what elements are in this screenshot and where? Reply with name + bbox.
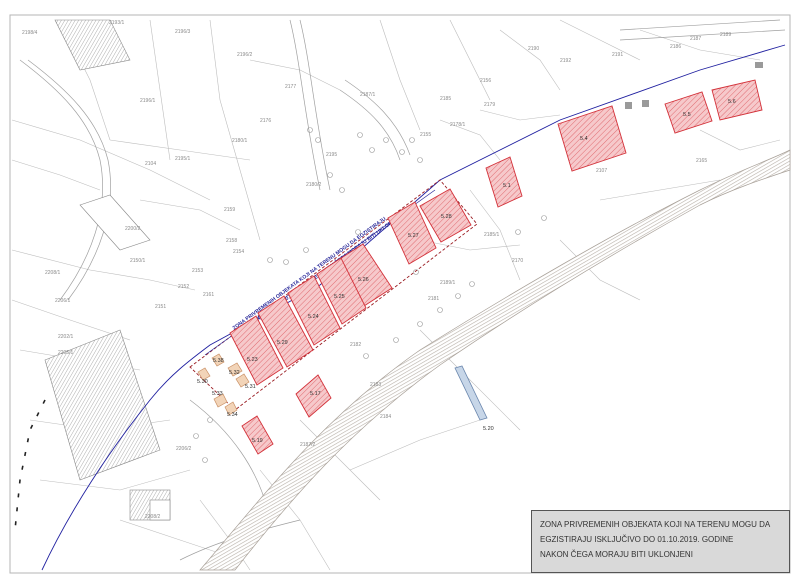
legend-line-3: NAKON ČEGA MORAJU BITI UKLONJENI xyxy=(540,550,693,559)
sports-field xyxy=(44,19,171,521)
label-5-26: 5.26 xyxy=(358,277,369,283)
label-5-31: 5.31 xyxy=(245,384,256,390)
svg-text:2185/1: 2185/1 xyxy=(484,232,500,238)
label-5-32: 5.32 xyxy=(229,370,240,376)
map-sheet: ZONA PRIVREMENIH OBJEKATA KOJI NA TERENU… xyxy=(0,0,800,580)
unit-5-6[interactable] xyxy=(711,79,763,121)
label-5-20: 5.20 xyxy=(483,426,494,432)
legend-line-2: EGZISTIRAJU ISKLJUČIVO DO 01.10.2019. GO… xyxy=(540,535,734,544)
svg-text:2196/3: 2196/3 xyxy=(175,29,191,35)
svg-text:2202/1: 2202/1 xyxy=(58,334,74,340)
svg-text:2181: 2181 xyxy=(428,296,439,302)
svg-text:2208/1: 2208/1 xyxy=(45,270,61,276)
label-5-38: 5.38 xyxy=(213,358,224,364)
svg-text:2178/1: 2178/1 xyxy=(450,122,466,128)
svg-text:2193/1: 2193/1 xyxy=(109,20,125,26)
label-5-1: 5.1 xyxy=(503,183,511,189)
cadastral-map[interactable]: ZONA PRIVREMENIH OBJEKATA KOJI NA TERENU… xyxy=(0,0,800,580)
svg-text:2150/1: 2150/1 xyxy=(130,258,146,264)
svg-text:2180/2: 2180/2 xyxy=(306,182,322,188)
parcel-lines xyxy=(11,19,781,571)
label-5-5: 5.5 xyxy=(683,112,691,118)
roads xyxy=(19,19,786,561)
label-5-29: 5.29 xyxy=(277,340,288,346)
svg-text:2176: 2176 xyxy=(260,118,271,124)
svg-text:2187/2: 2187/2 xyxy=(300,442,316,448)
label-5-25: 5.25 xyxy=(334,294,345,300)
svg-text:2205/1: 2205/1 xyxy=(58,350,74,356)
svg-text:2104: 2104 xyxy=(145,161,156,167)
label-5-4: 5.4 xyxy=(580,136,588,142)
svg-text:2200/2: 2200/2 xyxy=(125,226,141,232)
svg-text:2185: 2185 xyxy=(440,96,451,102)
unit-5-19[interactable] xyxy=(241,415,274,455)
svg-text:2156: 2156 xyxy=(480,78,491,84)
svg-text:2187/1: 2187/1 xyxy=(360,92,376,98)
svg-text:2107: 2107 xyxy=(596,168,607,174)
dashed-boundary xyxy=(14,399,46,531)
label-5-30: 5.30 xyxy=(197,379,208,385)
svg-text:2170: 2170 xyxy=(512,258,523,264)
svg-text:2196/2: 2196/2 xyxy=(237,52,253,58)
svg-text:2206/1: 2206/1 xyxy=(55,298,71,304)
label-5-6: 5.6 xyxy=(728,99,736,105)
svg-text:2206/2: 2206/2 xyxy=(176,446,192,452)
svg-text:2191: 2191 xyxy=(612,52,623,58)
svg-text:2151: 2151 xyxy=(155,304,166,310)
svg-text:2154: 2154 xyxy=(233,249,244,255)
legend-line-1: ZONA PRIVREMENIH OBJEKATA KOJI NA TERENU… xyxy=(540,520,771,529)
svg-text:2195/1: 2195/1 xyxy=(175,156,191,162)
svg-text:2195: 2195 xyxy=(326,152,337,158)
svg-text:2155: 2155 xyxy=(420,132,431,138)
label-5-28: 5.28 xyxy=(441,214,452,220)
svg-text:2192: 2192 xyxy=(560,58,571,64)
label-5-19: 5.19 xyxy=(252,438,263,444)
svg-text:2161: 2161 xyxy=(203,292,214,298)
svg-text:2184: 2184 xyxy=(380,414,391,420)
svg-text:2165: 2165 xyxy=(696,158,707,164)
sheet-frame xyxy=(9,14,791,574)
svg-text:2190: 2190 xyxy=(528,46,539,52)
svg-text:2183: 2183 xyxy=(370,382,381,388)
label-5-33: 5.33 xyxy=(212,391,223,397)
svg-text:2158: 2158 xyxy=(226,238,237,244)
svg-text:2180/1: 2180/1 xyxy=(232,138,248,144)
legend-box: ZONA PRIVREMENIH OBJEKATA KOJI NA TERENU… xyxy=(531,510,790,573)
unit-5-1[interactable] xyxy=(485,156,523,208)
label-5-24: 5.24 xyxy=(308,314,319,320)
svg-text:2189: 2189 xyxy=(720,32,731,38)
svg-text:2208/2: 2208/2 xyxy=(145,514,161,520)
svg-text:2179: 2179 xyxy=(484,102,495,108)
svg-text:2186: 2186 xyxy=(670,44,681,50)
svg-text:2196/1: 2196/1 xyxy=(140,98,156,104)
pier xyxy=(454,365,488,421)
svg-text:2153: 2153 xyxy=(192,268,203,274)
label-5-27: 5.27 xyxy=(408,233,419,239)
svg-text:2198/4: 2198/4 xyxy=(22,30,38,36)
svg-text:2177: 2177 xyxy=(285,84,296,90)
label-5-17: 5.17 xyxy=(310,391,321,397)
svg-text:2182: 2182 xyxy=(350,342,361,348)
svg-text:2189/1: 2189/1 xyxy=(440,280,456,286)
svg-text:2159: 2159 xyxy=(224,207,235,213)
label-5-34: 5.34 xyxy=(227,412,238,418)
svg-text:2187: 2187 xyxy=(690,36,701,42)
unit-5-4[interactable] xyxy=(557,105,627,172)
label-5-23: 5.23 xyxy=(247,357,258,363)
svg-text:2152: 2152 xyxy=(178,284,189,290)
